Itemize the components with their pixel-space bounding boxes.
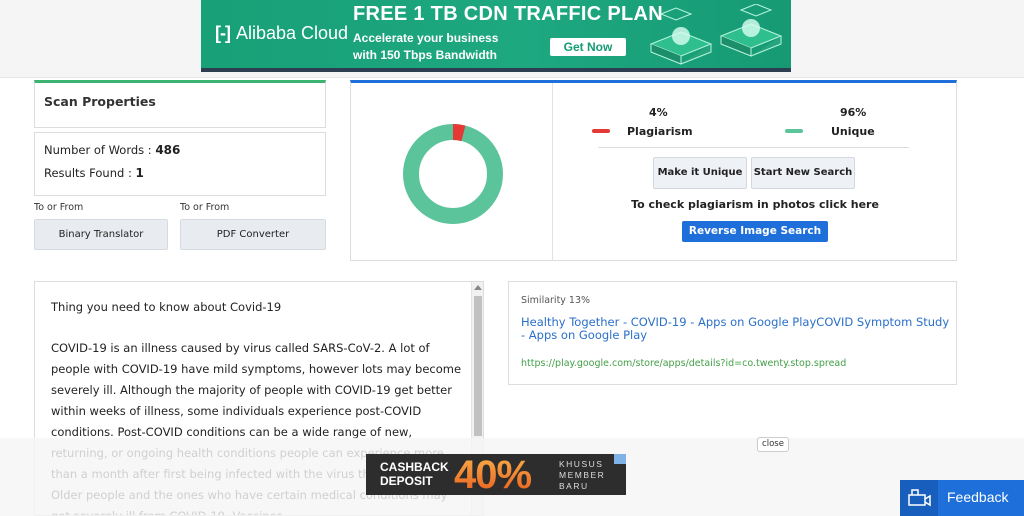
result-panel: 4% 96% Plagiarism Unique Make it Unique … — [350, 80, 957, 261]
alibaba-ad-banner[interactable]: [-] Alibaba Cloud FREE 1 TB CDN TRAFFIC … — [201, 0, 791, 72]
cdn-illustration-icon — [649, 4, 783, 65]
scroll-up-icon[interactable] — [474, 285, 482, 290]
to-from-label-2: To or From — [180, 202, 230, 213]
ad-subtext: Accelerate your business with 150 Tbps B… — [353, 30, 533, 64]
to-from-label-1: To or From — [34, 202, 84, 213]
text-heading: Thing you need to know about Covid-19 — [51, 300, 282, 314]
plagiarism-legend-swatch — [592, 129, 610, 133]
feedback-label: Feedback — [947, 489, 1009, 505]
unique-legend-swatch — [785, 129, 803, 133]
results-label: Results Found : — [44, 166, 136, 180]
feedback-icon — [900, 480, 938, 516]
cashback-line1: CASHBACK — [380, 460, 449, 474]
similarity-source-url[interactable]: https://play.google.com/store/apps/detai… — [521, 358, 846, 369]
ad-subtext-line1: Accelerate your business — [353, 31, 499, 45]
ad-subtext-line2: with 150 Tbps Bandwidth — [353, 48, 498, 62]
words-label: Number of Words : — [44, 143, 156, 157]
ad-brand: Alibaba Cloud — [235, 23, 349, 43]
ad-get-now-button[interactable]: Get Now — [550, 38, 626, 56]
similarity-source-link[interactable]: Healthy Together - COVID-19 - Apps on Go… — [521, 316, 951, 342]
plagiarism-label: Plagiarism — [627, 125, 693, 138]
ad-choices-icon[interactable] — [614, 454, 626, 464]
unique-percent: 96% — [840, 106, 867, 119]
ad-headline: FREE 1 TB CDN TRAFFIC PLAN — [353, 3, 664, 25]
results-found-row: Results Found : 1 — [44, 166, 144, 180]
page: [-] Alibaba Cloud FREE 1 TB CDN TRAFFIC … — [0, 0, 1024, 516]
plagiarism-percent: 4% — [649, 106, 668, 119]
binary-translator-button[interactable]: Binary Translator — [34, 219, 168, 250]
cashback-line2: DEPOSIT — [380, 474, 433, 488]
top-ad-area: [-] Alibaba Cloud FREE 1 TB CDN TRAFFIC … — [0, 0, 1024, 78]
similarity-percent: Similarity 13% — [521, 295, 591, 306]
stats-separator — [598, 147, 909, 148]
result-divider — [552, 83, 553, 261]
results-value: 1 — [135, 166, 144, 180]
feedback-button[interactable]: Feedback — [900, 480, 1024, 516]
scan-properties-header: Scan Properties — [34, 80, 326, 128]
plagiarism-arc — [452, 124, 466, 142]
alibaba-logo-icon: [-] — [215, 23, 231, 43]
make-it-unique-button[interactable]: Make it Unique — [653, 157, 747, 189]
cashback-ad-banner[interactable]: CASHBACK DEPOSIT 40% KHUSUS MEMBER BARU — [366, 454, 626, 495]
bottom-ad-close-button[interactable]: close — [757, 437, 789, 452]
scrollbar-thumb[interactable] — [474, 296, 482, 436]
unique-label: Unique — [831, 125, 875, 138]
similarity-result-card: Similarity 13% Healthy Together - COVID-… — [508, 281, 957, 385]
alibaba-logo: [-] Alibaba Cloud — [215, 23, 348, 44]
words-count-row: Number of Words : 486 — [44, 143, 180, 157]
pdf-converter-button[interactable]: PDF Converter — [180, 219, 326, 250]
words-value: 486 — [155, 143, 181, 157]
start-new-search-button[interactable]: Start New Search — [751, 157, 855, 189]
scan-properties-title: Scan Properties — [44, 94, 156, 109]
reverse-image-search-button[interactable]: Reverse Image Search — [682, 221, 828, 242]
photo-plagiarism-text: To check plagiarism in photos click here — [631, 198, 879, 211]
cashback-percent: 40% — [454, 454, 532, 495]
scan-properties-info: Number of Words : 486 Results Found : 1 — [34, 132, 326, 196]
member-line1: KHUSUS — [559, 459, 604, 469]
member-line2: MEMBER — [559, 470, 606, 480]
unique-ring — [403, 124, 503, 224]
member-line3: BARU — [559, 481, 589, 491]
member-text: KHUSUS MEMBER BARU — [559, 459, 605, 492]
plagiarism-donut-chart — [403, 124, 503, 224]
cashback-text: CASHBACK DEPOSIT — [380, 460, 449, 488]
